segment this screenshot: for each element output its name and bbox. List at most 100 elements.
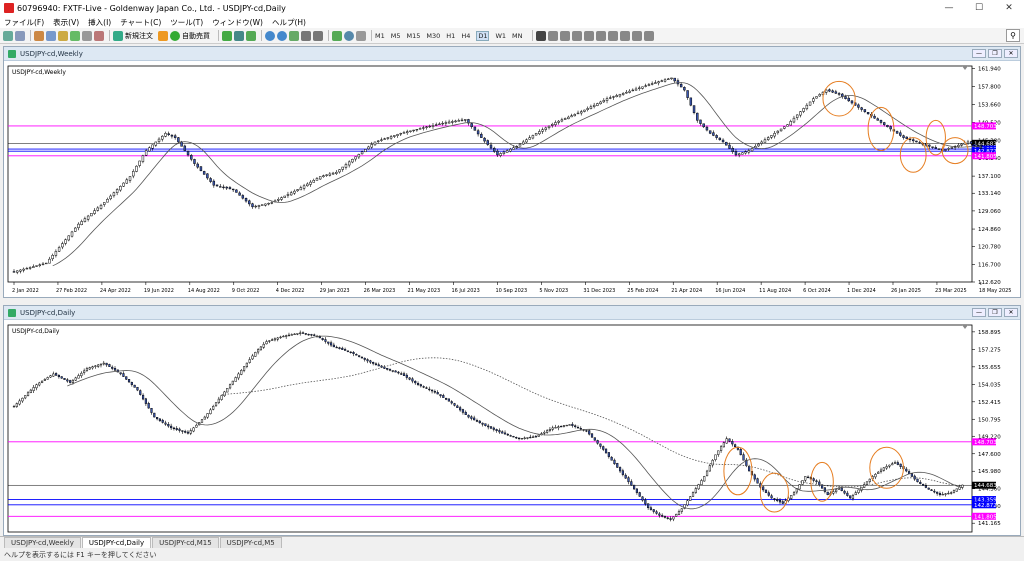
candle (99, 204, 103, 209)
tab-usdjpy-weekly[interactable]: USDJPY-cd,Weekly (4, 537, 81, 548)
candle (167, 424, 170, 427)
candle (770, 495, 773, 499)
candle (634, 88, 638, 91)
horizontal-line-icon[interactable] (571, 30, 582, 41)
candle (919, 481, 922, 484)
timeframe-h1[interactable]: H1 (446, 32, 455, 40)
daily-chart[interactable]: USDJPY-cd,Daily 158.895 157.275 155.655 154.… (4, 321, 1020, 536)
weekly-chart-window: USDJPY-cd,Weekly — ❐ ✕ USDJPY-cd,Weekly 1… (3, 46, 1021, 298)
menu-chart[interactable]: チャート(C) (120, 17, 161, 28)
candle (265, 341, 268, 345)
candle (63, 378, 66, 380)
candle (489, 144, 493, 149)
line-chart-icon[interactable] (246, 30, 256, 41)
tester-icon[interactable] (82, 30, 92, 41)
menu-help[interactable]: ヘルプ(H) (272, 17, 306, 28)
data-window-icon[interactable] (46, 30, 56, 41)
candle (657, 81, 660, 84)
candle (408, 377, 411, 380)
indicators-icon[interactable] (332, 30, 342, 41)
candle (863, 109, 867, 112)
candlestick-icon[interactable] (234, 30, 244, 41)
text-tool-icon[interactable] (619, 30, 630, 41)
restore-icon[interactable]: ❐ (988, 49, 1002, 58)
menu-view[interactable]: 表示(V) (53, 17, 79, 28)
new-order-button[interactable]: 新規注文 (125, 31, 153, 41)
close-icon[interactable]: ✕ (1004, 308, 1018, 317)
auto-trading-icon[interactable] (170, 30, 180, 41)
candle (268, 340, 271, 342)
candle (132, 171, 135, 177)
new-order-icon[interactable] (113, 30, 123, 41)
menu-insert[interactable]: 挿入(I) (88, 17, 111, 28)
candle (576, 112, 580, 115)
candle (947, 492, 950, 495)
candle (411, 378, 414, 382)
navigator-icon[interactable] (58, 30, 68, 41)
timeframe-h4[interactable]: H4 (461, 32, 470, 40)
weekly-chart[interactable]: USDJPY-cd,Weekly161.940157.800153.660149… (4, 62, 1020, 298)
fibonacci-icon[interactable] (607, 30, 618, 41)
search-icon[interactable]: ⚲ (1006, 29, 1020, 42)
maximize-icon[interactable]: ☐ (964, 0, 994, 16)
periods-icon[interactable] (344, 30, 354, 41)
candle (338, 169, 341, 173)
candle (607, 452, 610, 457)
candle (933, 490, 936, 493)
menu-window[interactable]: ウィンドウ(W) (212, 17, 263, 28)
minimize-icon[interactable]: — (972, 308, 986, 317)
chart-shift-icon[interactable] (301, 30, 311, 41)
auto-trading-button[interactable]: 自動売買 (182, 31, 210, 41)
candle (731, 441, 734, 445)
vertical-line-icon[interactable] (559, 30, 570, 41)
timeframe-m15[interactable]: M15 (407, 32, 421, 40)
candle (908, 138, 912, 141)
close-icon[interactable]: ✕ (994, 0, 1024, 16)
new-chart-icon[interactable] (3, 30, 13, 41)
cursor-icon[interactable] (535, 30, 546, 41)
candle (209, 409, 212, 415)
zoom-out-icon[interactable] (277, 30, 287, 41)
editor-icon[interactable] (94, 30, 104, 41)
candle (776, 499, 779, 501)
tile-windows-icon[interactable] (289, 30, 299, 41)
menu-tools[interactable]: ツール(T) (170, 17, 203, 28)
close-icon[interactable]: ✕ (1004, 49, 1018, 58)
market-watch-icon[interactable] (34, 30, 44, 41)
templates-icon[interactable] (356, 30, 366, 41)
label-tool-icon[interactable] (631, 30, 642, 41)
timeframe-d1[interactable]: D1 (476, 30, 490, 41)
channel-icon[interactable] (595, 30, 606, 41)
timeframe-m1[interactable]: M1 (375, 32, 385, 40)
candle (310, 334, 313, 336)
tab-usdjpy-m15[interactable]: USDJPY-cd,M15 (152, 537, 219, 548)
crosshair-icon[interactable] (547, 30, 558, 41)
candle (195, 424, 198, 428)
tab-usdjpy-m5[interactable]: USDJPY-cd,M5 (219, 537, 282, 548)
bar-chart-icon[interactable] (222, 30, 232, 41)
candle (931, 146, 934, 148)
profiles-icon[interactable] (15, 30, 25, 41)
zoom-in-icon[interactable] (265, 30, 275, 41)
arrows-tool-icon[interactable] (643, 30, 654, 41)
tab-usdjpy-daily[interactable]: USDJPY-cd,Daily (81, 537, 152, 548)
timeframe-mn[interactable]: MN (512, 32, 522, 40)
minimize-icon[interactable]: — (934, 0, 964, 16)
candle (244, 198, 248, 202)
timeframe-m30[interactable]: M30 (426, 32, 440, 40)
metaeditor-icon[interactable] (158, 30, 168, 41)
timeframe-m5[interactable]: M5 (391, 32, 401, 40)
candle (270, 202, 274, 204)
candle (377, 364, 380, 367)
menu-file[interactable]: ファイル(F) (4, 17, 44, 28)
trendline-icon[interactable] (583, 30, 594, 41)
autoscroll-icon[interactable] (313, 30, 323, 41)
timeframe-w1[interactable]: W1 (495, 32, 506, 40)
minimize-icon[interactable]: — (972, 49, 986, 58)
candle (109, 195, 112, 200)
candle (602, 100, 606, 103)
restore-icon[interactable]: ❐ (988, 308, 1002, 317)
candle (812, 98, 815, 102)
y-tick-label: 120.780 (978, 245, 1001, 251)
terminal-icon[interactable] (70, 30, 80, 41)
